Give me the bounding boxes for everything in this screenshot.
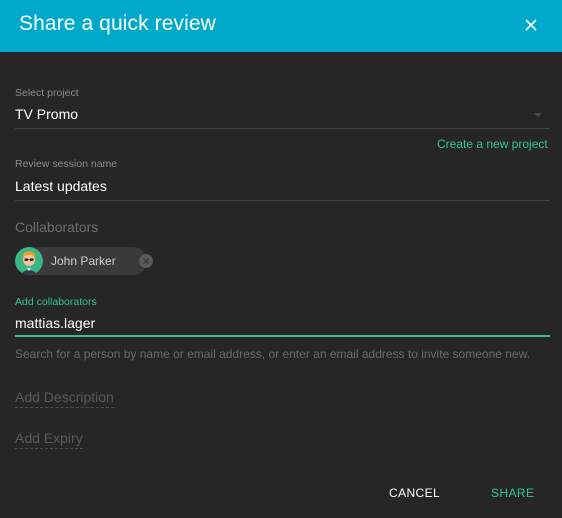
add-collaborators-underline xyxy=(15,335,550,337)
session-name-label: Review session name xyxy=(15,158,118,170)
dialog-header: Share a quick review xyxy=(0,0,562,52)
session-name-input[interactable]: Latest updates xyxy=(15,178,107,194)
dropdown-arrow-icon[interactable] xyxy=(534,113,542,117)
create-new-project-link[interactable]: Create a new project xyxy=(437,137,548,151)
add-collaborators-input[interactable] xyxy=(15,313,415,333)
session-name-underline xyxy=(15,200,550,201)
share-review-dialog: Share a quick review Select project TV P… xyxy=(0,0,562,518)
cancel-button[interactable]: CANCEL xyxy=(389,486,440,500)
collaborators-heading: Collaborators xyxy=(15,219,99,235)
add-collaborators-label: Add collaborators xyxy=(15,296,97,308)
project-select-underline xyxy=(15,128,550,129)
collaborator-name: John Parker xyxy=(51,254,116,268)
close-icon xyxy=(525,19,537,31)
avatar-icon xyxy=(15,247,43,275)
add-expiry-link[interactable]: Add Expiry xyxy=(15,430,83,449)
remove-chip-icon xyxy=(143,258,149,264)
collaborator-chip[interactable]: John Parker xyxy=(15,247,153,275)
project-select[interactable]: TV Promo xyxy=(15,106,78,122)
add-description-link[interactable]: Add Description xyxy=(15,389,114,408)
add-collaborators-helper-text: Search for a person by name or email add… xyxy=(15,347,530,361)
remove-chip-button[interactable] xyxy=(139,254,153,268)
dialog-title: Share a quick review xyxy=(19,12,216,35)
select-project-label: Select project xyxy=(15,87,79,99)
share-button[interactable]: SHARE xyxy=(491,486,534,500)
close-button[interactable] xyxy=(518,12,544,38)
